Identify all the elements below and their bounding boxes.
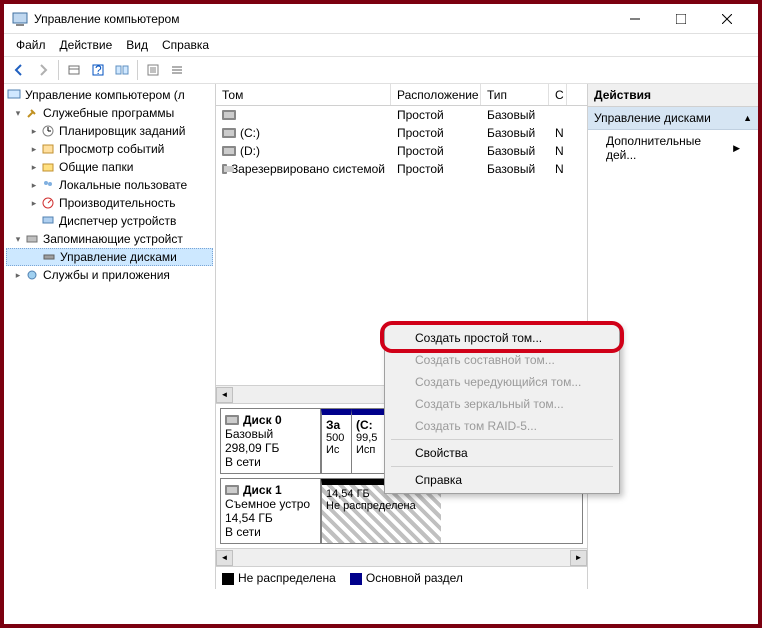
- tree-perf[interactable]: Производительность: [59, 196, 175, 210]
- tree-users[interactable]: Локальные пользовате: [59, 178, 187, 192]
- cm-create-mirror: Создать зеркальный том...: [387, 393, 617, 415]
- menu-help[interactable]: Справка: [156, 36, 215, 54]
- collapse-icon[interactable]: ▲: [743, 113, 752, 123]
- device-icon: [40, 213, 56, 229]
- col-rest[interactable]: С: [549, 84, 567, 105]
- actions-title: Действия: [588, 84, 758, 107]
- clock-icon: [40, 123, 56, 139]
- disk-info: Диск 1Съемное устро14,54 ГБВ сети: [221, 479, 321, 543]
- col-volume[interactable]: Том: [216, 84, 391, 105]
- tree-utilities[interactable]: Служебные программы: [43, 106, 174, 120]
- back-button[interactable]: [8, 59, 30, 81]
- legend: Не распределена Основной раздел: [216, 566, 587, 589]
- cm-help[interactable]: Справка: [387, 469, 617, 491]
- folder-share-icon: [40, 159, 56, 175]
- volume-header: Том Расположение Тип С: [216, 84, 587, 106]
- scroll-right-icon[interactable]: ►: [570, 550, 587, 566]
- actions-more[interactable]: Дополнительные дей... ▶: [588, 130, 758, 166]
- tree-devmgr[interactable]: Диспетчер устройств: [59, 214, 176, 228]
- disk-h-scrollbar[interactable]: ◄ ►: [216, 548, 587, 566]
- cm-create-striped: Создать чередующийся том...: [387, 371, 617, 393]
- volume-list[interactable]: ПростойБазовый(C:)ПростойБазовыйN(D:)Про…: [216, 106, 587, 178]
- tree-services[interactable]: Службы и приложения: [43, 268, 170, 282]
- volume-icon: [222, 164, 227, 174]
- tools-icon: [24, 105, 40, 121]
- tree-diskmgmt[interactable]: Управление дисками: [60, 250, 177, 264]
- legend-primary: Основной раздел: [366, 571, 463, 585]
- disk-info: Диск 0Базовый298,09 ГБВ сети: [221, 409, 321, 473]
- cm-create-spanned: Создать составной том...: [387, 349, 617, 371]
- cm-create-simple[interactable]: Создать простой том...: [387, 327, 617, 349]
- partition[interactable]: За500Ис: [321, 409, 351, 473]
- tb-refresh-icon[interactable]: ?: [87, 59, 109, 81]
- maximize-button[interactable]: [658, 4, 704, 34]
- actions-group[interactable]: Управление дисками ▲: [588, 107, 758, 130]
- volume-row[interactable]: (C:)ПростойБазовыйN: [216, 124, 587, 142]
- perf-icon: [40, 195, 56, 211]
- col-layout[interactable]: Расположение: [391, 84, 481, 105]
- tree-shared[interactable]: Общие папки: [59, 160, 133, 174]
- tree-storage[interactable]: Запоминающие устройст: [43, 232, 183, 246]
- scroll-left-icon[interactable]: ◄: [216, 550, 233, 566]
- tb-settings-icon[interactable]: [142, 59, 164, 81]
- col-type[interactable]: Тип: [481, 84, 549, 105]
- legend-unalloc: Не распределена: [238, 571, 336, 585]
- volume-icon: [222, 110, 236, 120]
- menu-file[interactable]: Файл: [10, 36, 52, 54]
- tree-events[interactable]: Просмотр событий: [59, 142, 164, 156]
- tree-scheduler[interactable]: Планировщик заданий: [59, 124, 185, 138]
- menubar: Файл Действие Вид Справка: [4, 34, 758, 56]
- volume-row[interactable]: Зарезервировано системойПростойБазовыйN: [216, 160, 587, 178]
- scroll-left-icon[interactable]: ◄: [216, 387, 233, 403]
- tb-view-icon[interactable]: [111, 59, 133, 81]
- diskmgmt-icon: [41, 249, 57, 265]
- storage-icon: [24, 231, 40, 247]
- volume-icon: [222, 128, 236, 138]
- svg-text:?: ?: [95, 63, 102, 77]
- navigation-tree[interactable]: Управление компьютером (л ▾Служебные про…: [4, 84, 216, 589]
- volume-icon: [222, 146, 236, 156]
- menu-action[interactable]: Действие: [54, 36, 119, 54]
- computer-icon: [6, 87, 22, 103]
- context-menu[interactable]: Создать простой том... Создать составной…: [384, 324, 620, 494]
- window-title: Управление компьютером: [34, 12, 612, 26]
- volume-row[interactable]: (D:)ПростойБазовыйN: [216, 142, 587, 160]
- users-icon: [40, 177, 56, 193]
- disk-icon: [225, 415, 239, 425]
- services-icon: [24, 267, 40, 283]
- app-icon: [12, 11, 28, 27]
- tb-list-icon[interactable]: [166, 59, 188, 81]
- volume-row[interactable]: ПростойБазовый: [216, 106, 587, 124]
- toolbar: ?: [4, 56, 758, 84]
- disk-icon: [225, 485, 239, 495]
- tb-action-icon[interactable]: [63, 59, 85, 81]
- cm-properties[interactable]: Свойства: [387, 442, 617, 464]
- cm-create-raid5: Создать том RAID-5...: [387, 415, 617, 437]
- titlebar: Управление компьютером: [4, 4, 758, 34]
- forward-button[interactable]: [32, 59, 54, 81]
- minimize-button[interactable]: [612, 4, 658, 34]
- menu-view[interactable]: Вид: [120, 36, 154, 54]
- chevron-right-icon: ▶: [733, 143, 740, 154]
- close-button[interactable]: [704, 4, 750, 34]
- event-icon: [40, 141, 56, 157]
- tree-root[interactable]: Управление компьютером (л: [25, 88, 185, 102]
